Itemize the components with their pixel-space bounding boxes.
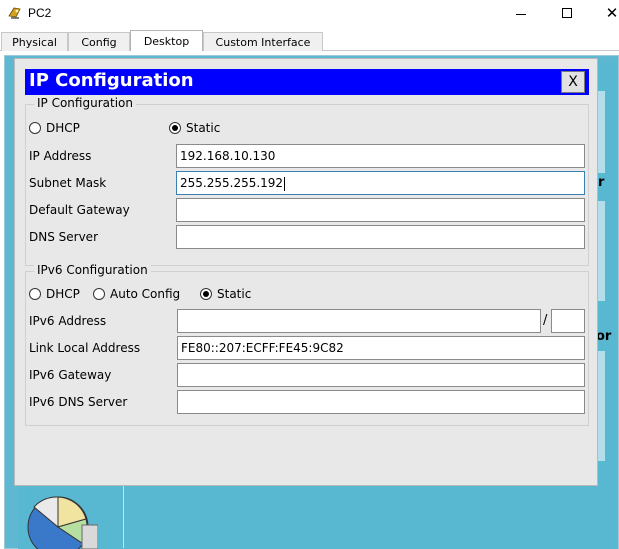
radio-label: Static: [186, 121, 221, 135]
link-local-input[interactable]: FE80::207:ECFF:FE45:9C82: [177, 336, 585, 360]
dialog-title: IP Configuration: [29, 70, 194, 91]
tab-config[interactable]: Config: [68, 32, 130, 51]
ip-address-input[interactable]: 192.168.10.130: [176, 144, 585, 168]
default-gateway-input[interactable]: [176, 198, 585, 222]
background-app-text: r: [598, 175, 605, 190]
ipv4-group-legend: IP Configuration: [34, 96, 136, 110]
ipv6-address-label: IPv6 Address: [29, 314, 107, 328]
ipv6-dns-server-input[interactable]: [177, 390, 585, 414]
radio-label: DHCP: [46, 121, 80, 135]
radio-unselected-icon: [29, 288, 41, 300]
dns-server-input[interactable]: [176, 225, 585, 249]
ipv6-prefix-input[interactable]: [551, 309, 585, 333]
minimize-icon[interactable]: [506, 2, 536, 24]
ip-address-value: 192.168.10.130: [180, 149, 276, 163]
radio-label: Auto Config: [110, 287, 181, 301]
tab-physical[interactable]: Physical: [1, 32, 68, 51]
ipv6-gateway-input[interactable]: [177, 363, 585, 387]
window-titlebar: PC2 ✕: [0, 0, 619, 30]
subnet-mask-value: 255.255.255.192: [180, 176, 284, 190]
subnet-mask-input[interactable]: 255.255.255.192: [176, 171, 585, 195]
tab-bar: Physical Config Desktop Custom Interface: [0, 30, 619, 52]
tab-custom-interface[interactable]: Custom Interface: [203, 32, 323, 51]
text-cursor: [284, 176, 286, 191]
ipv4-dhcp-radio[interactable]: DHCP: [29, 121, 80, 135]
radio-selected-icon: [169, 122, 181, 134]
ip-address-label: IP Address: [29, 149, 92, 163]
default-gateway-label: Default Gateway: [29, 203, 130, 217]
radio-unselected-icon: [29, 122, 41, 134]
radio-selected-icon: [200, 288, 212, 300]
radio-label: Static: [217, 287, 252, 301]
ipv6-static-radio[interactable]: Static: [200, 287, 251, 301]
window-title: PC2: [28, 6, 52, 20]
prefix-separator: /: [543, 313, 548, 328]
pie-chart-app-icon[interactable]: [24, 483, 98, 549]
dns-server-label: DNS Server: [29, 230, 98, 244]
tab-desktop[interactable]: Desktop: [130, 30, 203, 52]
ipv6-group-legend: IPv6 Configuration: [34, 263, 151, 277]
radio-unselected-icon: [93, 288, 105, 300]
ipv4-static-radio[interactable]: Static: [169, 121, 220, 135]
link-local-value: FE80::207:ECFF:FE45:9C82: [181, 341, 344, 355]
ipv6-dns-server-label: IPv6 DNS Server: [29, 395, 128, 409]
radio-label: DHCP: [46, 287, 80, 301]
ipv6-dhcp-radio[interactable]: DHCP: [29, 287, 80, 301]
link-local-label: Link Local Address: [29, 341, 141, 355]
dialog-close-button[interactable]: X: [561, 71, 585, 93]
maximize-icon[interactable]: [552, 2, 582, 24]
packet-tracer-pc-icon: [8, 7, 21, 19]
ipv6-address-input[interactable]: [177, 309, 541, 333]
ip-configuration-dialog: IP Configuration X IP Configuration DHCP…: [14, 58, 598, 486]
ipv6-auto-config-radio[interactable]: Auto Config: [93, 287, 180, 301]
close-icon[interactable]: ✕: [597, 2, 619, 24]
ipv6-gateway-label: IPv6 Gateway: [29, 368, 112, 382]
subnet-mask-label: Subnet Mask: [29, 176, 107, 190]
background-app-text: or: [596, 329, 612, 344]
dialog-header: IP Configuration X: [25, 69, 589, 95]
